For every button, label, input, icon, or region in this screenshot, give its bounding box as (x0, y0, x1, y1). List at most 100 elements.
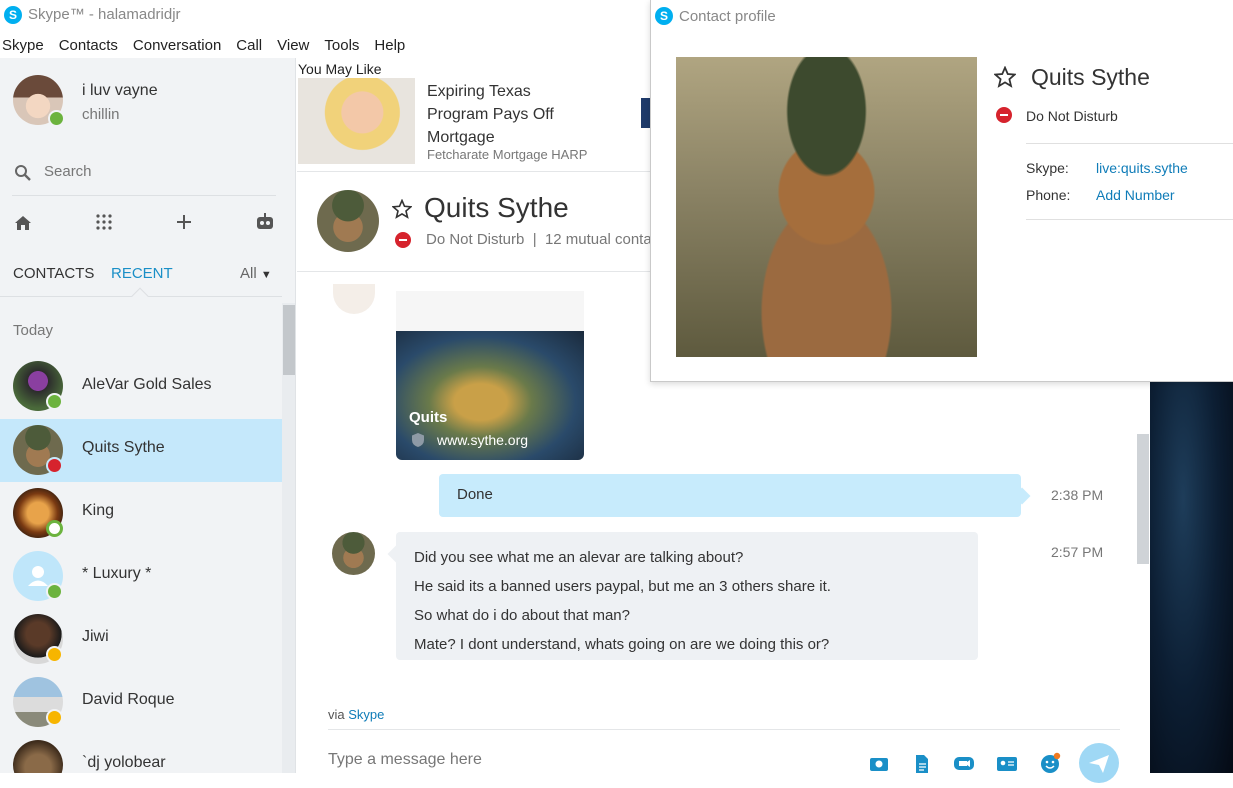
menu-tools[interactable]: Tools (324, 37, 359, 54)
ad-source[interactable]: Fetcharate Mortgage HARP (427, 147, 587, 162)
message-input[interactable]: Type a message here (328, 751, 482, 769)
menu-skype[interactable]: Skype (2, 37, 44, 54)
offline-status-icon (46, 520, 63, 537)
search-box[interactable]: Search (12, 158, 276, 196)
profile-name: Quits Sythe (1031, 64, 1150, 90)
conversation-avatar[interactable] (317, 190, 379, 252)
send-icon (1089, 755, 1109, 773)
contact-item-quits-sythe[interactable]: Quits Sythe (0, 419, 282, 482)
add-icon[interactable] (176, 214, 192, 230)
message-avatar[interactable] (332, 532, 375, 575)
mutual-contacts[interactable]: 12 mutual conta (545, 231, 652, 248)
file-icon[interactable] (911, 753, 933, 775)
online-status-icon (48, 110, 65, 127)
link-preview-title: Quits (409, 409, 448, 426)
contact-name: * Luxury * (82, 565, 152, 582)
skype-logo-icon: S (655, 7, 673, 25)
section-today: Today (13, 322, 54, 339)
contact-profile-window: S Contact profile Quits Sythe Do Not Dis… (650, 0, 1233, 382)
window-title: Skype™ - halamadridjr (28, 6, 181, 23)
title-bar: S Skype™ - halamadridjr (0, 0, 650, 32)
ad-image-2[interactable] (641, 98, 650, 128)
message-timestamp: 2:57 PM (1051, 544, 1104, 560)
my-mood[interactable]: chillin (82, 106, 120, 123)
dnd-status-icon (996, 107, 1012, 123)
menu-contacts[interactable]: Contacts (59, 37, 118, 54)
contact-item-david-roque[interactable]: David Roque (0, 671, 282, 734)
message-text: Done (457, 486, 493, 503)
menu-view[interactable]: View (277, 37, 309, 54)
menu-conversation[interactable]: Conversation (133, 37, 221, 54)
phone-label: Phone: (1026, 187, 1071, 203)
contact-name: `dj yolobear (82, 754, 166, 771)
sidebar-scroll-thumb[interactable] (283, 305, 295, 375)
ad-title-line: Mortgage (427, 129, 495, 146)
online-status-icon (46, 583, 63, 600)
filter-dropdown[interactable]: All ▼ (240, 265, 272, 282)
ad-header: You May Like (298, 61, 382, 77)
conversation-status: Do Not Disturb (426, 231, 525, 248)
via-skype-link[interactable]: Skype (348, 707, 384, 722)
menu-bar: Skype Contacts Conversation Call View Tools He… (0, 34, 650, 58)
star-icon[interactable] (994, 66, 1016, 88)
sidebar-scrollbar[interactable] (282, 303, 295, 773)
ad-title-line: Program Pays Off (427, 106, 554, 123)
message-text: Mate? I dont understand, whats going on … (414, 636, 830, 653)
send-button[interactable] (1079, 743, 1119, 783)
message-text: He said its a banned users paypal, but m… (414, 578, 831, 595)
my-avatar[interactable] (13, 75, 65, 127)
skype-logo-icon: S (4, 6, 22, 24)
conversation-scroll-thumb[interactable] (1137, 434, 1149, 564)
tab-contacts[interactable]: CONTACTS (13, 265, 94, 282)
incoming-message[interactable]: Did you see what me an alevar are talkin… (387, 532, 978, 660)
profile-divider (1026, 219, 1233, 220)
menu-call[interactable]: Call (236, 37, 262, 54)
ad-title[interactable]: Expiring Texas Program Pays Off Mortgage (427, 80, 554, 149)
profile-picture[interactable] (676, 57, 977, 357)
home-icon[interactable] (13, 213, 33, 233)
sidebar: i luv vayne chillin Search CONTACTS RECE… (0, 58, 296, 773)
outgoing-message[interactable]: Done (439, 474, 1031, 517)
contact-item-luxury[interactable]: * Luxury * (0, 545, 282, 608)
my-name[interactable]: i luv vayne (82, 82, 158, 100)
message-timestamp: 2:38 PM (1051, 487, 1104, 503)
video-message-icon[interactable] (953, 753, 975, 775)
contact-name: David Roque (82, 691, 175, 708)
tab-pointer (131, 287, 149, 305)
background-image (1150, 382, 1233, 773)
online-status-icon (46, 393, 63, 410)
message-avatar-partial (333, 284, 375, 314)
tab-recent[interactable]: RECENT (111, 265, 173, 282)
skype-id-label: Skype: (1026, 160, 1069, 176)
bot-icon[interactable] (254, 212, 276, 232)
ad-image[interactable] (298, 78, 415, 164)
contact-item-jiwi[interactable]: Jiwi (0, 608, 282, 671)
bubble-tail (1013, 487, 1031, 505)
dnd-status-icon (395, 232, 411, 248)
star-icon[interactable] (392, 199, 412, 219)
image-icon[interactable] (868, 753, 890, 775)
link-preview-card[interactable]: Quits www.sythe.org (396, 291, 584, 460)
away-status-icon (46, 709, 63, 726)
contact-item-king[interactable]: King (0, 482, 282, 545)
search-placeholder: Search (44, 163, 92, 180)
emoticon-icon[interactable] (1039, 752, 1061, 774)
conversation-title: Quits Sythe (424, 192, 569, 223)
skype-id-value[interactable]: live:quits.sythe (1096, 160, 1188, 176)
profile-divider (1026, 143, 1233, 144)
filter-label: All (240, 265, 257, 282)
contact-item-dj-yolobear[interactable]: `dj yolobear (0, 734, 282, 773)
contact-card-icon[interactable] (996, 753, 1018, 775)
contact-name: AleVar Gold Sales (82, 376, 212, 393)
chevron-down-icon: ▼ (260, 269, 272, 281)
contact-item-alevar[interactable]: AleVar Gold Sales (0, 356, 282, 419)
contact-avatar (13, 740, 63, 773)
add-number-link[interactable]: Add Number (1096, 187, 1175, 203)
menu-help[interactable]: Help (374, 37, 405, 54)
dnd-status-icon (46, 457, 63, 474)
via-prefix: via (328, 707, 345, 722)
dialpad-icon[interactable] (95, 213, 113, 231)
shield-icon (412, 433, 424, 447)
contact-name: Quits Sythe (82, 439, 165, 456)
conversation-status-line: Do Not Disturb | 12 mutual conta (426, 231, 652, 248)
